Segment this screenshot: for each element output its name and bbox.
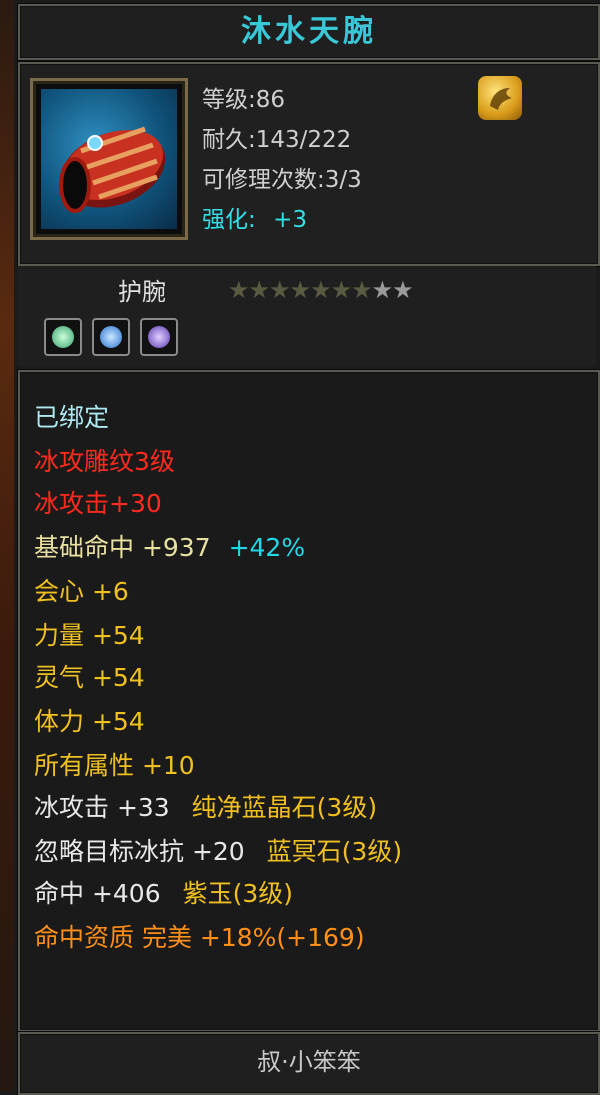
crit-line: 会心 +6 [34, 577, 129, 606]
gem1-line: 冰攻击 +33 纯净蓝晶石(3级) [34, 788, 377, 828]
bracer-icon [41, 89, 177, 229]
item-type-row: 护腕 ★★★★★★★★★ [18, 266, 596, 366]
enhance-label: 强化: [202, 207, 256, 233]
star-icon: ★ [269, 276, 290, 304]
base-hit-line: 基础命中 +937 +42% [34, 528, 305, 568]
star-icon: ★ [351, 276, 372, 304]
star-icon: ★ [371, 276, 393, 304]
stamina-line: 体力 +54 [34, 707, 145, 736]
bound-status: 已绑定 [34, 403, 110, 432]
attribute-panel: 已绑定 冰攻雕纹3级 冰攻击+30 基础命中 +937 +42% 会心 +6 力… [18, 370, 600, 1032]
gem2-name: 蓝冥石(3级) [266, 837, 403, 866]
blue-gem-icon[interactable] [92, 318, 130, 356]
item-header: 等级:86 耐久:143/222 可修理次数:3/3 强化: +3 [18, 62, 600, 266]
gem3-line: 命中 +406 紫玉(3级) [34, 874, 293, 914]
strength-line: 力量 +54 [34, 621, 145, 650]
green-gem-icon[interactable] [44, 318, 82, 356]
gem3-stat: 命中 +406 [34, 879, 161, 908]
engrave-line: 冰攻雕纹3级 [34, 447, 175, 476]
item-icon-frame [30, 78, 188, 240]
star-icon: ★ [330, 276, 352, 304]
owner-bar: 叔·小笨笨 [18, 1032, 600, 1095]
star-icon: ★ [248, 276, 270, 304]
gem1-name: 纯净蓝晶石(3级) [191, 793, 378, 822]
star-icon: ★ [392, 276, 413, 304]
star-icon: ★ [310, 276, 331, 304]
item-repair-count: 可修理次数:3/3 [202, 167, 362, 193]
neighbor-window-edge [0, 0, 14, 1091]
all-attr-line: 所有属性 +10 [34, 751, 195, 780]
star-icon: ★ [289, 276, 311, 304]
item-level: 等级:86 [202, 87, 286, 113]
gem2-line: 忽略目标冰抗 +20 蓝冥石(3级) [34, 832, 402, 872]
quality-line: 命中资质 完美 +18%(+169) [34, 923, 365, 952]
item-type: 护腕 [118, 278, 166, 306]
item-enhance: 强化: +3 [202, 200, 307, 240]
star-rating: ★★★★★★★★★ [228, 276, 414, 304]
item-name: 沐水天腕 [241, 14, 377, 49]
spirit-line: 灵气 +54 [34, 663, 145, 692]
gold-flame-icon[interactable] [478, 76, 522, 120]
ice-attack-line: 冰攻击+30 [34, 489, 162, 518]
gem3-name: 紫玉(3级) [182, 879, 293, 908]
star-icon: ★ [228, 276, 249, 304]
item-durability: 耐久:143/222 [202, 127, 352, 153]
purple-gem-icon[interactable] [140, 318, 178, 356]
gem1-stat: 冰攻击 +33 [34, 793, 170, 822]
base-hit-pct: +42% [228, 533, 306, 562]
item-title-bar: 沐水天腕 [18, 4, 600, 60]
gem2-stat: 忽略目标冰抗 +20 [34, 837, 245, 866]
enhance-value: +3 [273, 207, 307, 233]
base-hit-value: 基础命中 +937 [34, 533, 211, 562]
owner-name: 叔·小笨笨 [257, 1048, 361, 1076]
